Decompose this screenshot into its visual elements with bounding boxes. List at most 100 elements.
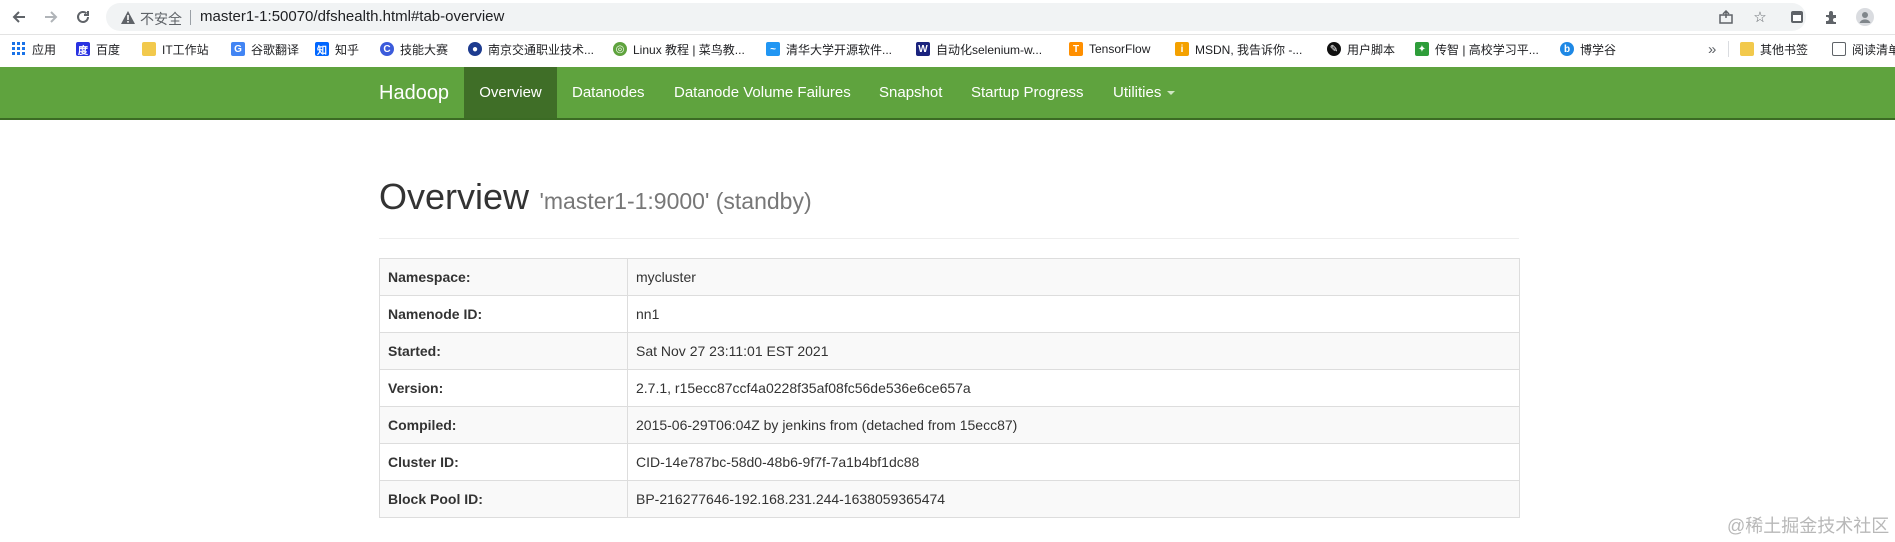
bookmark-label: 清华大学开源软件... bbox=[786, 42, 893, 57]
tab-datanode-volume-failures[interactable]: Datanode Volume Failures bbox=[674, 67, 851, 118]
hadoop-navbar: Hadoop Overview Datanodes Datanode Volum… bbox=[0, 67, 1895, 120]
profile-avatar-icon[interactable] bbox=[1852, 4, 1878, 30]
url-text[interactable]: master1-1:50070/dfshealth.html#tab-overv… bbox=[200, 8, 504, 25]
bookmark-google-translate[interactable]: G 谷歌翻译 bbox=[231, 39, 299, 59]
page-title: Overview bbox=[379, 176, 530, 217]
tab-label: Datanode Volume Failures bbox=[674, 84, 851, 101]
bookmark-baidu[interactable]: 度 百度 bbox=[76, 39, 120, 59]
warning-triangle-icon[interactable] bbox=[120, 9, 136, 25]
bookmark-it-workstation[interactable]: IT工作站 bbox=[142, 39, 209, 59]
tab-utilities-dropdown[interactable]: Utilities bbox=[1113, 67, 1176, 118]
address-bar[interactable]: 不安全 master1-1:50070/dfshealth.html#tab-o… bbox=[106, 3, 1806, 31]
row-value: Sat Nov 27 23:11:01 EST 2021 bbox=[627, 332, 1520, 370]
baidu-paw-icon: 度 bbox=[76, 42, 90, 57]
table-row: Namenode ID: nn1 bbox=[379, 295, 1520, 333]
tab-label: Startup Progress bbox=[971, 84, 1084, 101]
bookmark-star-icon[interactable]: ☆ bbox=[1750, 7, 1770, 27]
bookmark-label: MSDN, 我告诉你 -... bbox=[1195, 42, 1303, 57]
divider bbox=[190, 10, 191, 25]
extensions-puzzle-icon[interactable] bbox=[1818, 4, 1844, 30]
browser-toolbar: 不安全 master1-1:50070/dfshealth.html#tab-o… bbox=[0, 0, 1895, 35]
runoob-icon: ◎ bbox=[613, 42, 627, 56]
bookmark-nanjing-college[interactable]: ● 南京交通职业技术... bbox=[468, 39, 594, 59]
bookmark-chuanzhi[interactable]: ✦ 传智 | 高校学习平... bbox=[1415, 39, 1539, 59]
bookmark-selenium[interactable]: W 自动化selenium-w... bbox=[916, 39, 1042, 59]
brand-logo[interactable]: Hadoop bbox=[379, 82, 449, 105]
tab-startup-progress[interactable]: Startup Progress bbox=[971, 67, 1084, 118]
bookmark-apps[interactable]: 应用 bbox=[12, 39, 56, 59]
page-header: Overview 'master1-1:9000' (standby) bbox=[379, 176, 1519, 239]
bookmark-msdn[interactable]: i MSDN, 我告诉你 -... bbox=[1175, 39, 1302, 59]
row-key: Started: bbox=[379, 332, 628, 370]
watermark: @稀土掘金技术社区 bbox=[1727, 516, 1890, 536]
tsinghua-icon: ~ bbox=[766, 42, 780, 56]
bookmark-label: 阅读清单 bbox=[1852, 42, 1895, 57]
row-key: Compiled: bbox=[379, 406, 628, 444]
userscript-icon: ✎ bbox=[1327, 42, 1341, 56]
more-bookmarks-chevron[interactable]: » bbox=[1708, 39, 1716, 59]
tab-overview[interactable]: Overview bbox=[464, 67, 557, 118]
boxuegu-icon: b bbox=[1560, 42, 1574, 56]
bookmark-label: 谷歌翻译 bbox=[251, 42, 300, 57]
table-row: Namespace: mycluster bbox=[379, 258, 1520, 296]
w-logo-icon: W bbox=[916, 42, 930, 56]
bookmark-label: 应用 bbox=[32, 42, 57, 57]
reload-icon[interactable] bbox=[70, 4, 96, 30]
bookmark-tensorflow[interactable]: T TensorFlow bbox=[1069, 39, 1150, 59]
tab-label: Utilities bbox=[1113, 84, 1162, 101]
other-bookmarks-folder[interactable]: 其他书签 bbox=[1740, 39, 1808, 59]
bookmark-label: 百度 bbox=[96, 42, 121, 57]
bookmark-label: 用户脚本 bbox=[1347, 42, 1396, 57]
table-row: Cluster ID: CID-14e787bc-58d0-48b6-9f7f-… bbox=[379, 443, 1520, 481]
bookmark-label: TensorFlow bbox=[1089, 42, 1151, 56]
page-subtitle: 'master1-1:9000' (standby) bbox=[539, 188, 812, 214]
row-key: Namenode ID: bbox=[379, 295, 628, 333]
extension-tab-icon[interactable] bbox=[1784, 4, 1810, 30]
bookmarks-bar: 应用 度 百度 IT工作站 G 谷歌翻译 知 知乎 C 技能大赛 ● 南京交通职… bbox=[0, 35, 1895, 63]
back-arrow-icon[interactable] bbox=[6, 4, 32, 30]
bookmark-tsinghua-mirror[interactable]: ~ 清华大学开源软件... bbox=[766, 39, 892, 59]
table-row: Block Pool ID: BP-216277646-192.168.231.… bbox=[379, 480, 1520, 518]
folder-icon bbox=[142, 42, 156, 56]
bookmark-label: 传智 | 高校学习平... bbox=[1435, 42, 1539, 57]
table-row: Version: 2.7.1, r15ecc87ccf4a0228f35af08… bbox=[379, 369, 1520, 407]
bookmark-boxuegu[interactable]: b 博学谷 bbox=[1560, 39, 1616, 59]
bookmark-label: 自动化selenium-w... bbox=[936, 42, 1043, 57]
reading-list-icon bbox=[1832, 42, 1846, 56]
msdn-icon: i bbox=[1175, 42, 1189, 56]
google-translate-icon: G bbox=[231, 42, 245, 56]
table-row: Started: Sat Nov 27 23:11:01 EST 2021 bbox=[379, 332, 1520, 370]
bookmark-label: 其他书签 bbox=[1760, 42, 1809, 57]
bookmark-userscripts[interactable]: ✎ 用户脚本 bbox=[1327, 39, 1395, 59]
bookmark-zhihu[interactable]: 知 知乎 bbox=[315, 39, 359, 59]
reading-list[interactable]: 阅读清单 bbox=[1832, 39, 1895, 59]
tab-datanodes[interactable]: Datanodes bbox=[572, 67, 645, 118]
tab-label: Datanodes bbox=[572, 84, 645, 101]
divider bbox=[1728, 41, 1729, 57]
bookmark-label: Linux 教程 | 菜鸟教... bbox=[633, 42, 745, 57]
caret-down-icon bbox=[1167, 90, 1176, 95]
bookmark-runoob-linux[interactable]: ◎ Linux 教程 | 菜鸟教... bbox=[613, 39, 745, 59]
bookmark-label: 知乎 bbox=[335, 42, 360, 57]
tab-snapshot[interactable]: Snapshot bbox=[879, 67, 942, 118]
share-icon[interactable] bbox=[1716, 7, 1736, 27]
bookmark-skills-contest[interactable]: C 技能大赛 bbox=[380, 39, 448, 59]
security-label[interactable]: 不安全 bbox=[140, 9, 182, 29]
row-key: Cluster ID: bbox=[379, 443, 628, 481]
row-key: Block Pool ID: bbox=[379, 480, 628, 518]
zhihu-icon: 知 bbox=[315, 42, 329, 57]
forward-arrow-icon[interactable] bbox=[38, 4, 64, 30]
bookmark-label: 技能大赛 bbox=[400, 42, 449, 57]
bookmark-label: 博学谷 bbox=[1580, 42, 1617, 57]
row-value: nn1 bbox=[627, 295, 1520, 333]
row-value: 2015-06-29T06:04Z by jenkins from (detac… bbox=[627, 406, 1520, 444]
tensorflow-icon: T bbox=[1069, 42, 1083, 56]
tab-label: Overview bbox=[479, 84, 542, 101]
chuanzhi-icon: ✦ bbox=[1415, 42, 1429, 56]
tab-label: Snapshot bbox=[879, 84, 943, 101]
folder-icon bbox=[1740, 42, 1754, 56]
row-value: 2.7.1, r15ecc87ccf4a0228f35af08fc56de536… bbox=[627, 369, 1520, 407]
bookmark-label: IT工作站 bbox=[162, 42, 209, 57]
overview-table: Namespace: mycluster Namenode ID: nn1 St… bbox=[379, 258, 1520, 518]
row-value: mycluster bbox=[627, 258, 1520, 296]
